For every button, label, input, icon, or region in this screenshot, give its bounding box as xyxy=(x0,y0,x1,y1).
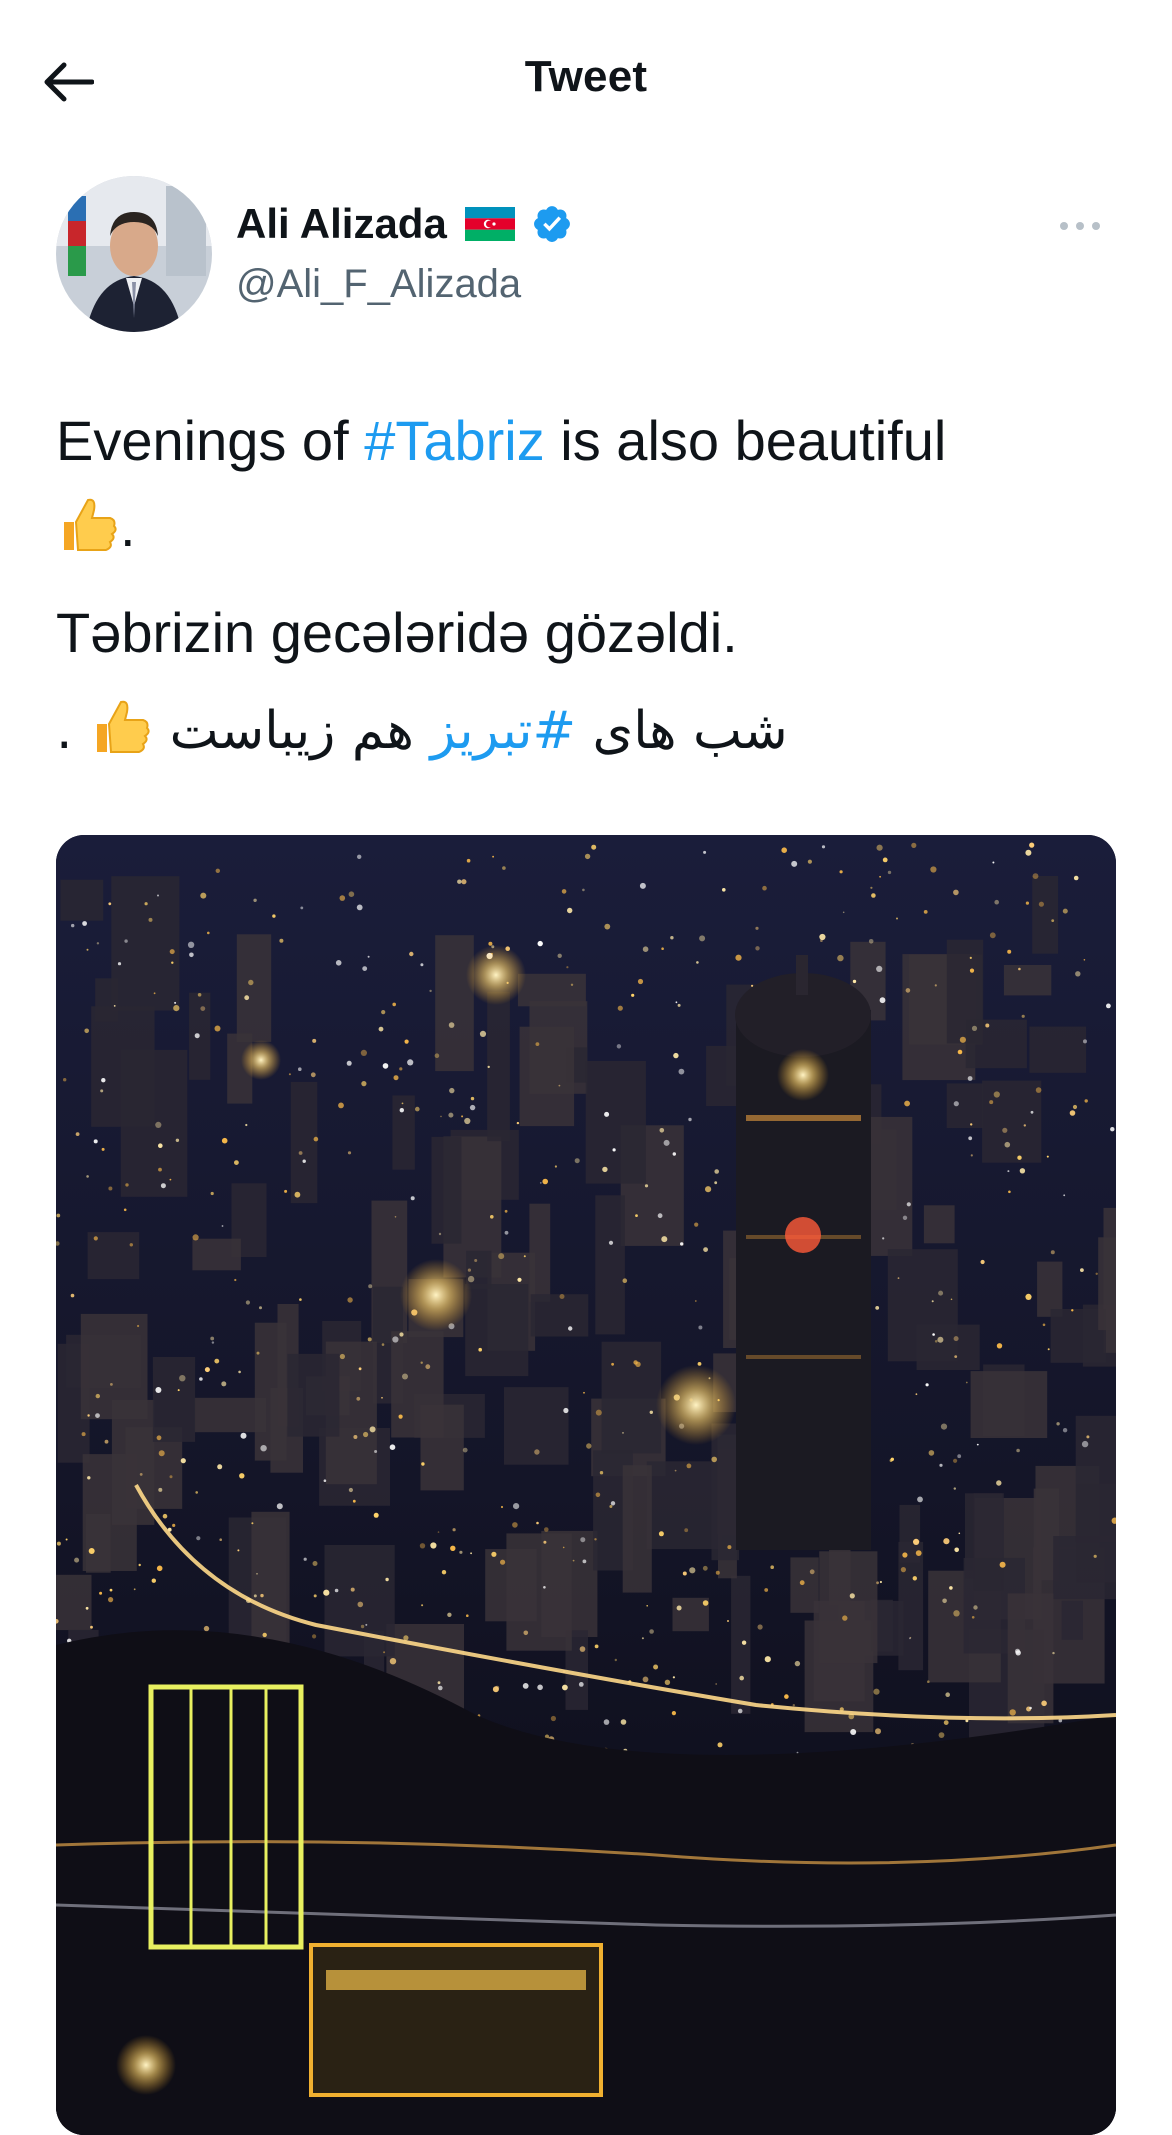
hashtag-link-persian[interactable]: #تبریز xyxy=(430,701,576,761)
more-horizontal-icon xyxy=(1060,222,1100,230)
display-name: Ali Alizada xyxy=(236,200,447,247)
tabriz-night-skyline-photo xyxy=(56,835,1116,2135)
tweet-media-image[interactable] xyxy=(56,835,1116,2135)
top-bar: Tweet xyxy=(0,0,1172,160)
verified-badge-icon xyxy=(533,206,570,242)
tweet-line-azerbaijani: Təbrizin gecələridə gözəldi. xyxy=(56,601,738,664)
tweet-author: Ali Alizada @Ali_F_Alizada xyxy=(56,176,1116,336)
azerbaijan-flag-icon xyxy=(464,207,515,241)
tweet-text-segment: هم زیباست xyxy=(169,701,431,761)
author-handle[interactable]: @Ali_F_Alizada xyxy=(236,262,521,307)
avatar[interactable] xyxy=(56,176,212,332)
tweet-text-segment: . xyxy=(120,495,136,558)
hashtag-link[interactable]: #Tabriz xyxy=(364,409,545,472)
tweet-line-english: Evenings of #Tabriz is also beautiful . xyxy=(56,398,1116,570)
tweet-text: Evenings of #Tabriz is also beautiful . … xyxy=(56,398,1116,774)
tweet-text-segment: شب های xyxy=(576,701,788,761)
more-options-button[interactable] xyxy=(1050,206,1110,246)
thumbs-up-emoji xyxy=(97,700,150,753)
author-name-row[interactable]: Ali Alizada xyxy=(236,200,573,248)
page-title: Tweet xyxy=(524,52,648,101)
thumbs-up-emoji xyxy=(64,498,117,551)
tweet-text-segment: . xyxy=(56,701,90,761)
tweet-line-persian: شب های #تبریز هم زیباست . xyxy=(56,688,1116,774)
tweet-text-segment: is also beautiful xyxy=(544,409,947,472)
tweet-text-segment: Evenings of xyxy=(56,409,365,472)
